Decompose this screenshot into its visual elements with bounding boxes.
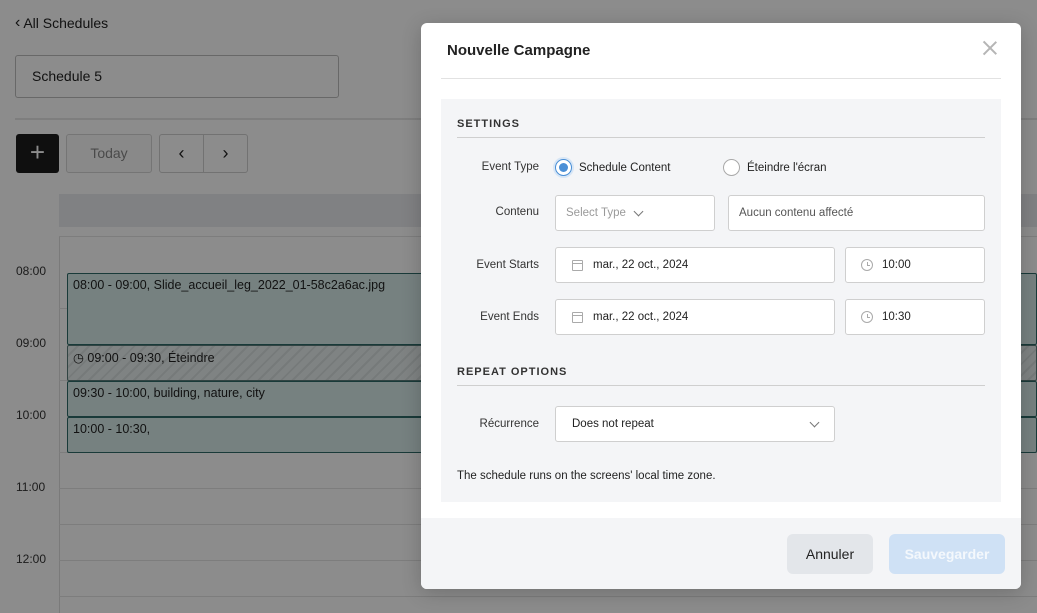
divider bbox=[441, 78, 1001, 79]
end-date-picker[interactable]: mar., 22 oct., 2024 bbox=[555, 299, 835, 335]
chevron-down-icon bbox=[809, 417, 820, 427]
radio-label: Éteindre l'écran bbox=[747, 161, 827, 174]
radio-schedule-content[interactable]: Schedule Content bbox=[555, 159, 670, 176]
divider bbox=[457, 385, 985, 386]
dialog-footer: Annuler Sauvegarder bbox=[421, 518, 1021, 589]
start-date-picker[interactable]: mar., 22 oct., 2024 bbox=[555, 247, 835, 283]
calendar-icon bbox=[572, 259, 583, 271]
radio-turn-off-screen[interactable]: Éteindre l'écran bbox=[723, 159, 827, 176]
save-button[interactable]: Sauvegarder bbox=[889, 534, 1005, 574]
new-campaign-dialog: Nouvelle Campagne SETTINGS Event Type Sc… bbox=[421, 23, 1021, 589]
radio-label: Schedule Content bbox=[579, 161, 671, 174]
end-date-value: mar., 22 oct., 2024 bbox=[593, 311, 689, 323]
close-icon[interactable] bbox=[981, 39, 999, 57]
content-type-select[interactable]: Select Type bbox=[555, 195, 715, 231]
content-type-placeholder: Select Type bbox=[566, 207, 626, 219]
content-placeholder: Aucun contenu affecté bbox=[739, 207, 854, 219]
start-time-value: 10:00 bbox=[882, 259, 911, 271]
divider bbox=[457, 137, 985, 138]
radio-selected-icon bbox=[555, 159, 572, 176]
cancel-button[interactable]: Annuler bbox=[787, 534, 873, 574]
calendar-icon bbox=[572, 311, 583, 323]
timezone-note: The schedule runs on the screens' local … bbox=[457, 470, 716, 482]
dialog-title: Nouvelle Campagne bbox=[447, 42, 591, 59]
repeat-options-heading: REPEAT OPTIONS bbox=[457, 366, 568, 378]
clock-icon bbox=[861, 259, 873, 271]
end-time-picker[interactable]: 10:30 bbox=[845, 299, 985, 335]
chevron-down-icon bbox=[633, 206, 644, 216]
contenu-label: Contenu bbox=[495, 206, 539, 218]
content-field[interactable]: Aucun contenu affecté bbox=[728, 195, 985, 231]
end-time-value: 10:30 bbox=[882, 311, 911, 323]
start-time-picker[interactable]: 10:00 bbox=[845, 247, 985, 283]
settings-heading: SETTINGS bbox=[457, 118, 521, 130]
recurrence-label: Récurrence bbox=[479, 418, 539, 430]
clock-icon bbox=[861, 311, 873, 323]
recurrence-select[interactable]: Does not repeat bbox=[555, 406, 835, 442]
event-starts-label: Event Starts bbox=[476, 259, 539, 271]
event-ends-label: Event Ends bbox=[480, 311, 539, 323]
settings-panel: SETTINGS Event Type Schedule Content Éte… bbox=[441, 99, 1001, 502]
radio-unselected-icon bbox=[723, 159, 740, 176]
start-date-value: mar., 22 oct., 2024 bbox=[593, 259, 689, 271]
recurrence-value: Does not repeat bbox=[572, 418, 654, 430]
event-type-label: Event Type bbox=[481, 161, 539, 173]
